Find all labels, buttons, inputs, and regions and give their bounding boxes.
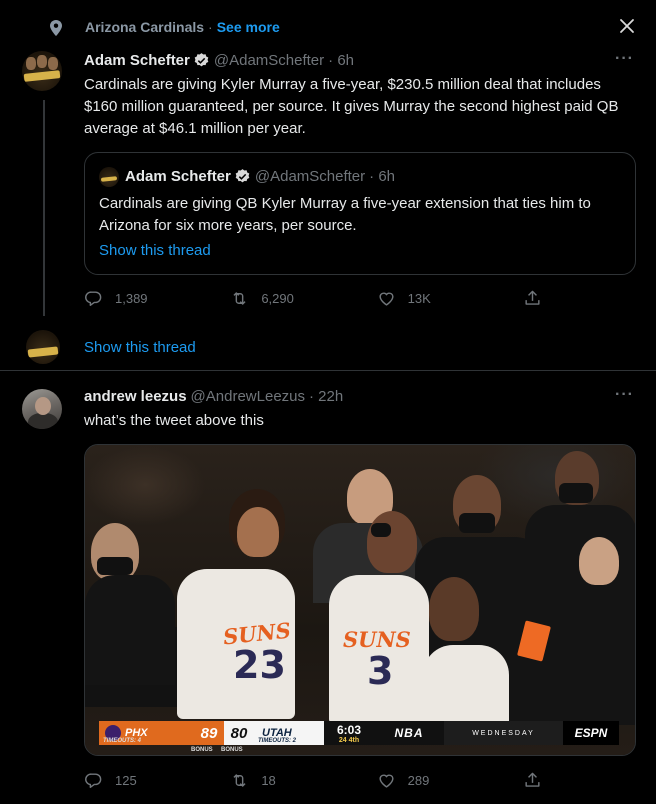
away-timeouts: TIMEOUTS: 2 <box>258 738 297 744</box>
verified-badge-icon <box>235 169 250 183</box>
share-icon <box>525 772 540 787</box>
like-button[interactable]: 13K <box>377 289 523 308</box>
tweet-text: Cardinals are giving Kyler Murray a five… <box>84 76 619 137</box>
away-team: UTAH TIMEOUTS: 2 <box>254 721 324 745</box>
game-clock: 6:03 24 4th <box>324 721 374 745</box>
tweet-header: Adam Schefter @AdamSchefter · 6h <box>84 52 354 69</box>
see-more-link[interactable]: See more <box>217 19 280 35</box>
retweet-button[interactable]: 6,290 <box>230 289 376 308</box>
home-score: 89 <box>194 721 224 745</box>
retweet-icon <box>233 292 246 305</box>
handle[interactable]: @AdamSchefter <box>214 52 324 69</box>
show-thread-link[interactable]: Show this thread <box>99 242 211 259</box>
share-icon <box>525 290 540 305</box>
share-button[interactable] <box>523 771 554 790</box>
reply-count: 1,389 <box>115 291 148 306</box>
face-mask <box>459 513 495 533</box>
broadcast-day: WEDNESDAY <box>444 721 563 745</box>
close-icon[interactable] <box>618 17 636 35</box>
quote-text: Cardinals are giving QB Kyler Murray a f… <box>99 195 591 234</box>
timestamp[interactable]: · 6h <box>328 52 354 69</box>
thread-line <box>43 100 45 316</box>
timestamp: · 6h <box>369 168 396 185</box>
like-count: 13K <box>407 291 431 306</box>
verified-badge-icon <box>194 53 209 67</box>
tweet-header: andrew leezus @AndrewLeezus · 22h <box>84 388 343 405</box>
quote-header: Adam Schefter @AdamSchefter · 6h <box>125 168 395 185</box>
context-separator: · <box>208 19 213 35</box>
timestamp[interactable]: · 22h <box>309 388 343 405</box>
spectator-suit <box>85 575 175 685</box>
home-team: PHX TIMEOUTS: 4 <box>99 721 194 745</box>
avatar <box>99 167 119 187</box>
reply-button[interactable]: 1,389 <box>84 289 230 308</box>
tweet-media[interactable]: SUNS 23 SUNS 3 PHX TIMEOUTS: 4 89 80 UTA… <box>84 444 636 756</box>
tweet-actions: 125 18 289 <box>84 771 554 790</box>
like-icon <box>379 292 394 306</box>
retweet-count: 6,290 <box>261 291 294 306</box>
display-name: Adam Schefter <box>125 168 231 185</box>
retweet-icon <box>233 774 246 787</box>
period: 24 4th <box>338 736 360 744</box>
reply-count: 125 <box>115 773 137 788</box>
face-mask <box>559 483 593 503</box>
network-logo: ESPN <box>563 721 619 745</box>
location-pin-icon <box>50 20 62 36</box>
avatar[interactable] <box>22 389 62 429</box>
divider <box>0 370 656 371</box>
away-score: 80 <box>224 721 254 745</box>
jersey-number: 3 <box>367 649 394 693</box>
player-face <box>429 577 479 641</box>
like-button[interactable]: 289 <box>377 771 523 790</box>
quoted-tweet[interactable]: Adam Schefter @AdamSchefter · 6h Cardina… <box>84 152 636 275</box>
display-name[interactable]: Adam Schefter <box>84 52 190 69</box>
clock-time: 6:03 <box>336 722 362 737</box>
spectator <box>579 537 619 585</box>
display-name[interactable]: andrew leezus <box>84 388 187 405</box>
share-button[interactable] <box>523 289 554 308</box>
face-mask <box>371 523 391 537</box>
spectator-suit <box>525 505 635 725</box>
context-name[interactable]: Arizona Cardinals <box>85 19 204 35</box>
retweet-button[interactable]: 18 <box>230 771 376 790</box>
context-header: Arizona Cardinals · See more <box>50 19 280 36</box>
show-thread-link[interactable]: Show this thread <box>84 339 196 356</box>
reply-icon <box>85 773 102 788</box>
more-icon[interactable]: ··· <box>615 50 634 68</box>
face-mask <box>97 557 133 575</box>
player-face <box>237 507 279 557</box>
more-icon[interactable]: ··· <box>615 386 634 404</box>
scorebug: PHX TIMEOUTS: 4 89 80 UTAH TIMEOUTS: 2 6… <box>99 721 619 745</box>
nba-logo: NBA <box>374 721 444 745</box>
player-face <box>367 511 417 573</box>
bonus-label: BONUS <box>221 747 243 753</box>
tweet-text: what’s the tweet above this <box>84 412 264 429</box>
reply-button[interactable]: 125 <box>84 771 230 790</box>
like-count: 289 <box>407 773 430 788</box>
home-timeouts: TIMEOUTS: 4 <box>103 738 142 744</box>
like-icon <box>379 774 394 788</box>
avatar[interactable] <box>26 330 60 364</box>
retweet-count: 18 <box>261 773 276 788</box>
avatar[interactable] <box>22 51 62 91</box>
handle: @AdamSchefter <box>254 168 366 185</box>
tweet-actions: 1,389 6,290 13K <box>84 289 554 308</box>
bonus-label: BONUS <box>191 747 213 753</box>
reply-icon <box>85 291 102 306</box>
jersey-number: 23 <box>233 643 286 687</box>
handle[interactable]: @AndrewLeezus <box>191 388 305 405</box>
